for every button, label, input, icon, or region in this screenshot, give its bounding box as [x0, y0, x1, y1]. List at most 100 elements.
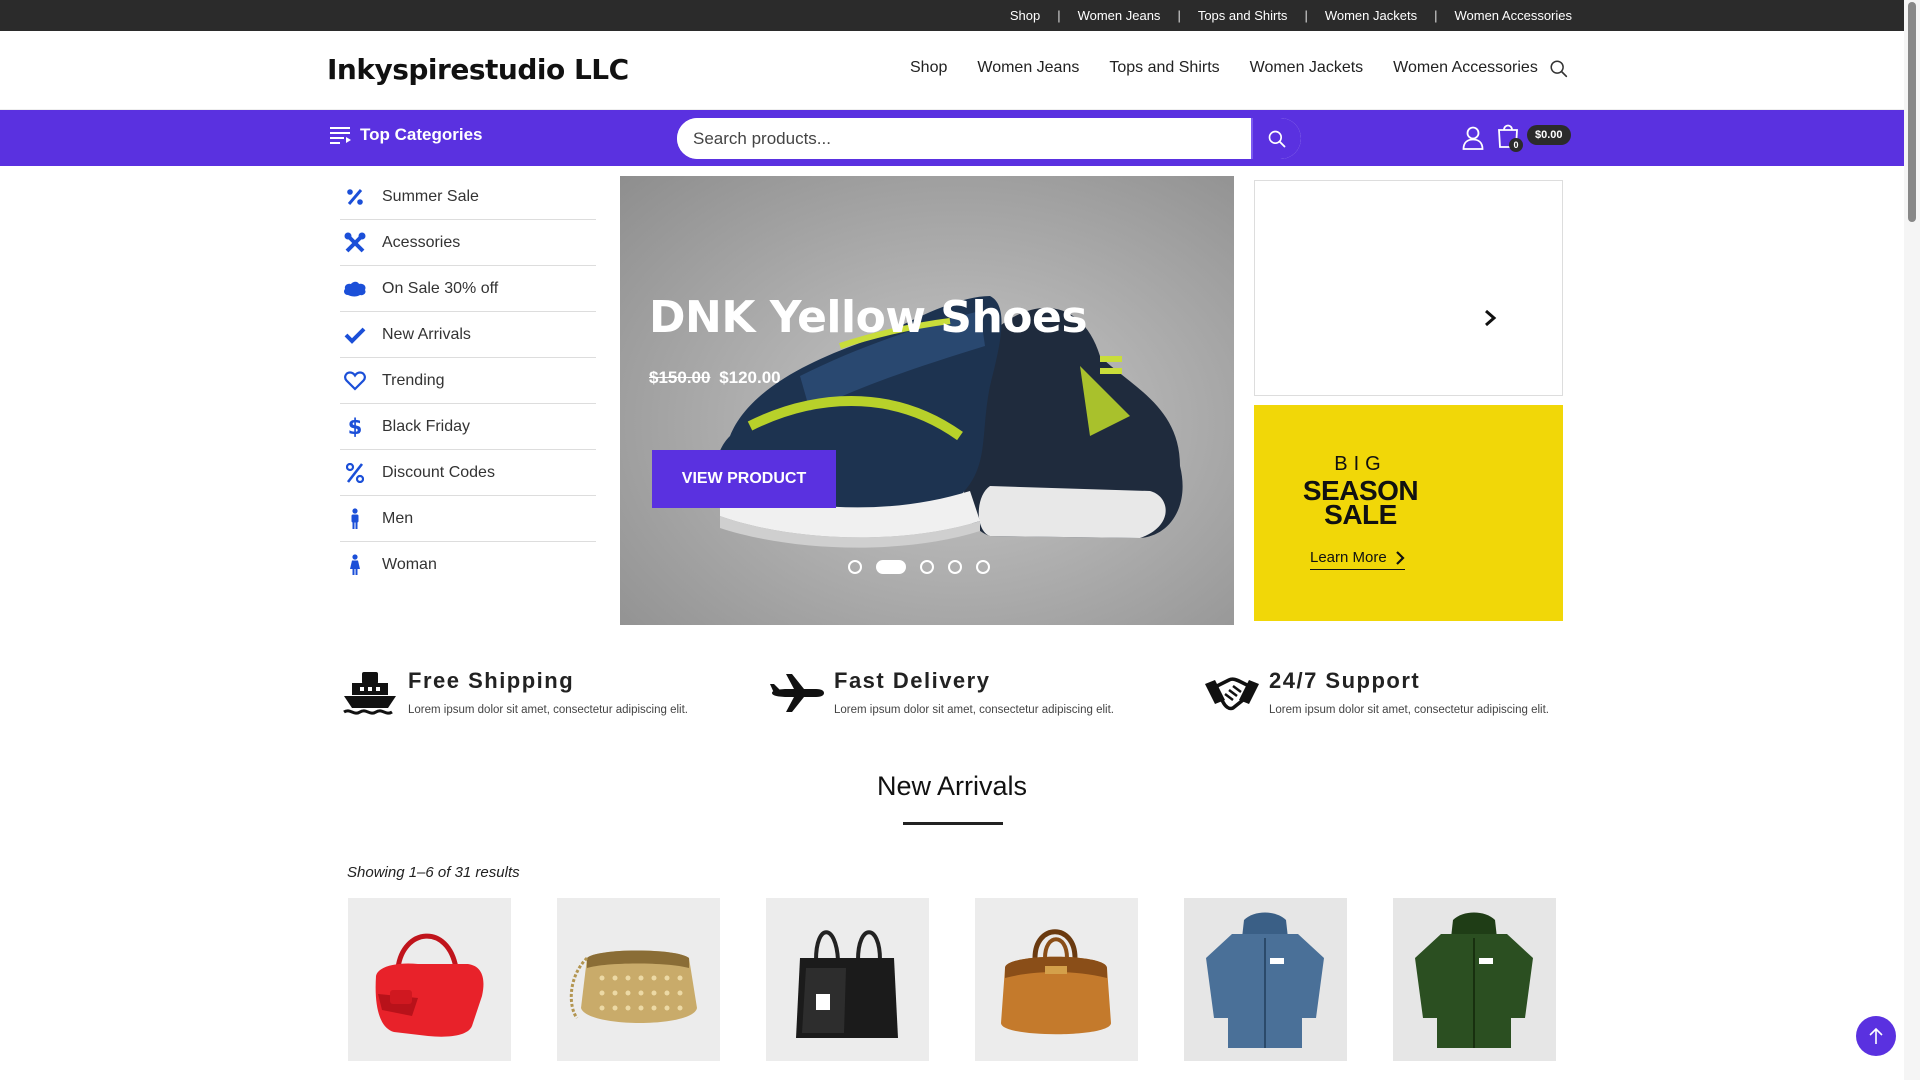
salesforce-icon: [342, 278, 368, 300]
feature-title: Fast Delivery: [834, 668, 991, 693]
product-gold-mesh-purse[interactable]: [557, 898, 720, 1061]
promo-sale: SALE: [1324, 499, 1397, 530]
top-utility-bar: Shop | Women Jeans | Tops and Shirts | W…: [0, 0, 1904, 31]
feature-title: 24/7 Support: [1269, 668, 1421, 693]
product-brown-duffel-bag[interactable]: [975, 898, 1138, 1061]
feature-free-shipping: Free Shipping Lorem ipsum dolor sit amet…: [342, 668, 688, 718]
section-title: New Arrivals: [876, 771, 1028, 801]
top-link-women-jackets[interactable]: Women Jackets: [1325, 8, 1417, 23]
dollar-icon: $: [342, 416, 368, 438]
category-black-friday[interactable]: $ Black Friday: [340, 404, 596, 450]
slider-dot[interactable]: [948, 560, 962, 574]
nav-women-accessories[interactable]: Women Accessories: [1393, 59, 1538, 77]
user-icon[interactable]: [1462, 126, 1484, 150]
check-icon: [342, 324, 368, 346]
category-label: Men: [382, 509, 414, 527]
heart-icon: [342, 370, 368, 392]
feature-text: Lorem ipsum dolor sit amet, consectetur …: [834, 704, 1114, 716]
category-list: Summer Sale Acessories On Sale 30% off N…: [340, 174, 596, 588]
cart-total[interactable]: $0.00: [1527, 125, 1571, 145]
search-input[interactable]: [677, 118, 1237, 159]
scrollbar-thumb[interactable]: [1908, 2, 1916, 222]
arrow-up-icon: [1869, 1027, 1883, 1044]
category-label: Acessories: [382, 233, 461, 251]
category-label: Trending: [382, 371, 445, 389]
side-banner: [1254, 180, 1563, 396]
category-label: New Arrivals: [382, 325, 471, 343]
category-search-bar: Top Categories 0 $0.00: [0, 110, 1904, 166]
feature-support: 24/7 Support Lorem ipsum dolor sit amet,…: [1203, 668, 1549, 718]
learn-more-label: Learn More: [1310, 549, 1387, 566]
view-product-button[interactable]: VIEW PRODUCT: [652, 450, 836, 508]
category-summer-sale[interactable]: Summer Sale: [340, 174, 596, 220]
slider-dot[interactable]: [848, 560, 862, 574]
category-label: Discount Codes: [382, 463, 495, 481]
product-search: [677, 118, 1301, 159]
nav-shop[interactable]: Shop: [910, 59, 947, 77]
svg-text:$: $: [348, 416, 362, 438]
search-button[interactable]: [1251, 118, 1301, 159]
separator: |: [1177, 8, 1181, 23]
slider-dot[interactable]: [920, 560, 934, 574]
feature-text: Lorem ipsum dolor sit amet, consectetur …: [1269, 704, 1549, 716]
learn-more-link[interactable]: Learn More: [1310, 549, 1405, 570]
category-on-sale[interactable]: On Sale 30% off: [340, 266, 596, 312]
ship-icon: [343, 672, 396, 715]
page-scrollbar[interactable]: [1904, 0, 1920, 1080]
site-header: Inkyspirestudio LLC Shop Women Jeans Top…: [0, 31, 1904, 110]
product-blue-hoodie[interactable]: [1184, 898, 1347, 1061]
product-red-handbag[interactable]: [348, 898, 511, 1061]
back-to-top-button[interactable]: [1856, 1016, 1896, 1056]
promo-headline: SEASON SALE: [1254, 477, 1467, 530]
nav-tops-shirts[interactable]: Tops and Shirts: [1109, 59, 1219, 77]
title-divider: [903, 822, 1003, 825]
plane-icon: [770, 674, 824, 712]
top-link-women-accessories[interactable]: Women Accessories: [1454, 8, 1572, 23]
category-label: On Sale 30% off: [382, 279, 499, 297]
percent-icon: [342, 186, 368, 208]
slider-dot-active[interactable]: [876, 560, 906, 574]
promo-big: BIG: [1334, 453, 1387, 475]
category-acessories[interactable]: Acessories: [340, 220, 596, 266]
search-icon[interactable]: [1548, 58, 1570, 80]
category-men[interactable]: Men: [340, 496, 596, 542]
main-nav: Shop Women Jeans Tops and Shirts Women J…: [910, 59, 1538, 77]
feature-title: Free Shipping: [408, 668, 575, 693]
category-discount-codes[interactable]: Discount Codes: [340, 450, 596, 496]
top-link-women-jeans[interactable]: Women Jeans: [1078, 8, 1161, 23]
category-trending[interactable]: Trending: [340, 358, 596, 404]
category-label: Black Friday: [382, 417, 471, 435]
top-categories-label: Top Categories: [360, 125, 483, 144]
hero-price: $150.00 $120.00: [649, 368, 781, 388]
cart-count-badge: 0: [1509, 138, 1523, 152]
male-icon: [342, 507, 368, 530]
results-count: Showing 1–6 of 31 results: [347, 864, 520, 881]
season-sale-banner: BIG SEASON SALE Learn More: [1254, 405, 1563, 621]
female-icon: [342, 554, 368, 576]
product-green-hoodie[interactable]: [1393, 898, 1556, 1061]
search-icon: [1268, 130, 1286, 147]
top-categories-toggle[interactable]: Top Categories: [330, 125, 482, 145]
tools-icon: [342, 232, 368, 254]
slider-dot[interactable]: [976, 560, 990, 574]
hero-title: DNK Yellow Shoes: [649, 292, 1088, 343]
category-new-arrivals[interactable]: New Arrivals: [340, 312, 596, 358]
slider-dots: [848, 560, 1004, 574]
category-label: Summer Sale: [382, 187, 479, 205]
nav-women-jeans[interactable]: Women Jeans: [977, 59, 1079, 77]
chevron-right-icon: [1395, 550, 1405, 565]
site-logo[interactable]: Inkyspirestudio LLC: [327, 53, 629, 86]
old-price: $150.00: [649, 368, 711, 387]
top-link-shop[interactable]: Shop: [1010, 8, 1040, 23]
top-link-tops-shirts[interactable]: Tops and Shirts: [1198, 8, 1288, 23]
nav-women-jackets[interactable]: Women Jackets: [1250, 59, 1364, 77]
product-black-tote-bag[interactable]: [766, 898, 929, 1061]
percent-icon: [342, 462, 368, 484]
separator: |: [1304, 8, 1308, 23]
chevron-right-icon[interactable]: [1483, 309, 1497, 327]
top-links: Shop | Women Jeans | Tops and Shirts | W…: [1010, 0, 1572, 31]
category-woman[interactable]: Woman: [340, 542, 596, 588]
handshake-icon: [1205, 677, 1259, 711]
separator: |: [1057, 8, 1061, 23]
feature-fast-delivery: Fast Delivery Lorem ipsum dolor sit amet…: [768, 668, 1114, 718]
